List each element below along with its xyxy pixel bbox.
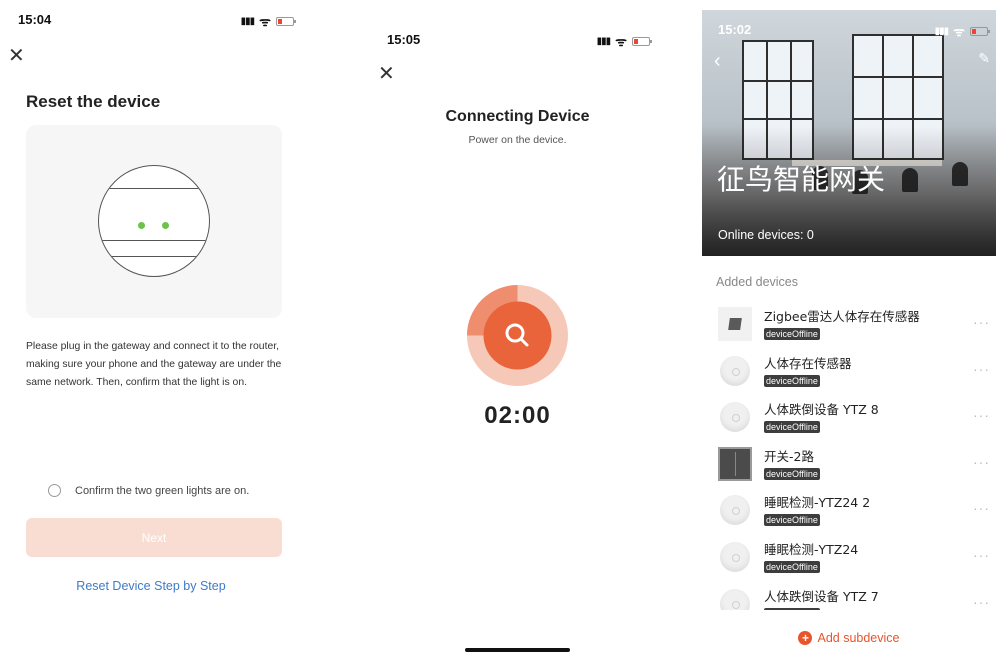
- status-icons: ▮▮▮ ᯤ: [596, 32, 652, 50]
- gateway-banner: 15:02 ▮▮▮ ᯤ ‹ ✎ 征鸟智能网关 Online devices: 0: [702, 10, 996, 256]
- status-badge: deviceOffline: [764, 374, 820, 387]
- more-dots-icon[interactable]: ···: [973, 407, 990, 423]
- home-indicator[interactable]: [465, 648, 570, 652]
- status-bar: 15:04 ▮▮▮ ᯤ: [0, 12, 302, 32]
- switch-icon: [718, 446, 752, 481]
- device-illustration: [26, 125, 282, 318]
- back-arrow-icon[interactable]: ‹: [714, 50, 721, 73]
- list-item[interactable]: 睡眠检测-YTZ24 deviceOffline ···: [702, 531, 996, 578]
- list-item[interactable]: 睡眠检测-YTZ24 2 deviceOffline ···: [702, 484, 996, 531]
- reset-step-by-step-link[interactable]: Reset Device Step by Step: [0, 579, 302, 593]
- confirm-lights-checkbox[interactable]: Confirm the two green lights are on.: [48, 484, 249, 497]
- battery-icon: [276, 16, 296, 26]
- connecting-device-screen: 15:05 ▮▮▮ ᯤ ✕ Connecting Device Power on…: [350, 0, 685, 655]
- device-name: 开关-2路: [764, 448, 814, 464]
- edit-pencil-icon[interactable]: ✎: [978, 50, 990, 67]
- device-name: 人体跌倒设备 YTZ 8: [764, 402, 879, 418]
- status-badge: deviceOffline: [764, 561, 820, 573]
- plus-circle-icon: +: [798, 631, 813, 645]
- device-name: 人体跌倒设备 YTZ 7: [764, 588, 879, 604]
- status-badge: deviceOffline: [764, 421, 820, 434]
- next-button[interactable]: Next: [26, 518, 282, 557]
- searching-progress-ring: [467, 285, 568, 386]
- device-name: 睡眠检测-YTZ24 2: [764, 495, 871, 511]
- round-sensor-icon: [718, 493, 752, 527]
- more-dots-icon[interactable]: ···: [973, 314, 990, 330]
- battery-icon: [970, 26, 990, 36]
- signal-icon: ▮▮▮: [596, 35, 611, 47]
- round-sensor-icon: [718, 540, 752, 574]
- status-icons: ▮▮▮ ᯤ: [240, 12, 296, 30]
- progress-core: [483, 301, 552, 370]
- signal-icon: ▮▮▮: [240, 15, 255, 27]
- page-title: Reset the device: [26, 92, 161, 111]
- gateway-hub-image: [98, 165, 210, 277]
- device-list: Zigbee雷达人体存在传感器 deviceOffline ··· 人体存在传感…: [702, 298, 996, 610]
- gateway-detail-screen: 15:02 ▮▮▮ ᯤ ‹ ✎ 征鸟智能网关 Online devices: 0…: [702, 0, 996, 655]
- list-item[interactable]: 开关-2路 deviceOffline ···: [702, 438, 996, 485]
- add-subdevice-label: Add subdevice: [817, 631, 900, 645]
- more-dots-icon[interactable]: ···: [973, 547, 990, 563]
- status-time: 15:04: [18, 12, 52, 27]
- more-dots-icon[interactable]: ···: [973, 594, 990, 610]
- device-name: 睡眠检测-YTZ24: [764, 542, 859, 557]
- list-item[interactable]: 人体存在传感器 deviceOffline ···: [702, 345, 996, 392]
- green-light-icon: [138, 222, 145, 229]
- status-icons: ▮▮▮ ᯤ: [934, 22, 990, 40]
- more-dots-icon[interactable]: ···: [973, 361, 990, 377]
- battery-icon: [632, 36, 652, 46]
- confirm-label: Confirm the two green lights are on.: [75, 484, 250, 497]
- round-sensor-icon: [718, 587, 752, 610]
- signal-icon: ▮▮▮: [934, 25, 949, 37]
- status-time: 15:02: [718, 22, 752, 37]
- green-light-icon: [162, 222, 169, 229]
- list-item[interactable]: Zigbee雷达人体存在传感器 deviceOffline ···: [702, 298, 996, 345]
- reset-device-screen: 15:04 ▮▮▮ ᯤ ✕ Reset the device Please pl…: [0, 0, 302, 655]
- gateway-name: 征鸟智能网关: [717, 163, 886, 196]
- wifi-icon: ᯤ: [953, 24, 965, 39]
- close-icon[interactable]: ✕: [378, 61, 395, 86]
- radio-icon[interactable]: [48, 484, 61, 497]
- status-badge: deviceOffline: [764, 328, 820, 340]
- close-icon[interactable]: ✕: [8, 43, 25, 68]
- status-time: 15:05: [387, 32, 421, 47]
- online-devices-count: Online devices: 0: [718, 228, 814, 242]
- round-sensor-icon: [718, 354, 752, 388]
- round-sensor-icon: [718, 400, 752, 434]
- page-title: Connecting Device: [445, 108, 590, 125]
- wifi-icon: ᯤ: [259, 14, 271, 29]
- add-subdevice-button[interactable]: + Add subdevice: [702, 631, 996, 645]
- more-dots-icon[interactable]: ···: [973, 500, 990, 516]
- status-bar: 15:05 ▮▮▮ ᯤ: [350, 32, 685, 52]
- section-label: Added devices: [716, 275, 799, 289]
- page-subtitle: Power on the device.: [468, 134, 567, 146]
- device-name: Zigbee雷达人体存在传感器: [764, 309, 920, 324]
- list-item[interactable]: 人体跌倒设备 YTZ 7 deviceOffline ···: [702, 578, 996, 610]
- instruction-text: Please plug in the gateway and connect i…: [26, 341, 282, 388]
- more-dots-icon[interactable]: ···: [973, 454, 990, 470]
- status-badge: deviceOffline: [764, 514, 820, 527]
- wifi-icon: ᯤ: [615, 34, 627, 49]
- device-name: 人体存在传感器: [764, 355, 852, 371]
- status-bar: 15:02 ▮▮▮ ᯤ: [702, 22, 996, 42]
- sensor-square-icon: [718, 307, 752, 341]
- countdown-timer: 02:00: [484, 402, 551, 429]
- status-badge: deviceOffline: [764, 607, 820, 610]
- list-item[interactable]: 人体跌倒设备 YTZ 8 deviceOffline ···: [702, 391, 996, 438]
- status-badge: deviceOffline: [764, 467, 820, 480]
